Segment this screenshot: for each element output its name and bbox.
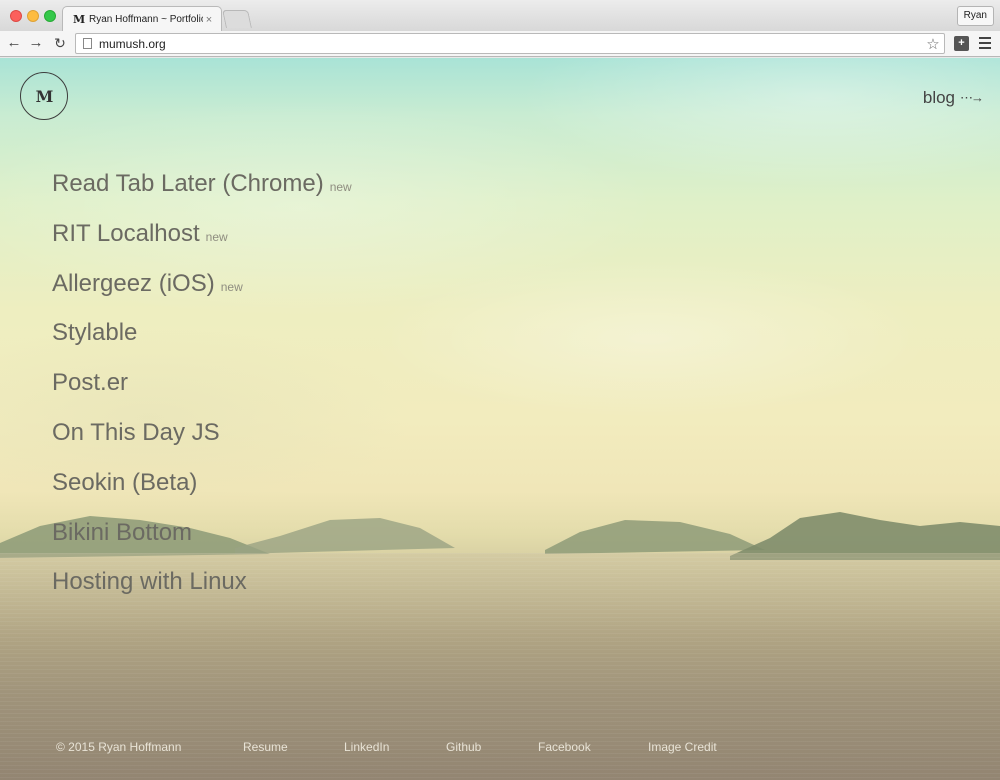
project-link[interactable]: Post.er bbox=[52, 369, 352, 419]
project-name: Stylable bbox=[52, 319, 138, 347]
blog-link-label: blog bbox=[922, 88, 955, 107]
project-name: Post.er bbox=[52, 369, 129, 397]
url-text[interactable]: mumush.org bbox=[99, 37, 922, 51]
project-list: Read Tab Later (Chrome) new RIT Localhos… bbox=[52, 170, 352, 618]
window-minimize-button[interactable] bbox=[27, 10, 39, 22]
project-link[interactable]: Bikini Bottom bbox=[52, 519, 352, 569]
bookmark-star-icon[interactable]: ☆ bbox=[922, 35, 944, 53]
page-viewport: M blog ⋯→ Read Tab Later (Chrome) new RI… bbox=[0, 58, 1000, 780]
blog-link[interactable]: blog ⋯→ bbox=[922, 88, 984, 108]
window-maximize-button[interactable] bbox=[44, 10, 56, 22]
new-badge: new bbox=[205, 229, 228, 244]
tab-close-icon[interactable]: × bbox=[203, 14, 215, 26]
footer-link-facebook[interactable]: Facebook bbox=[538, 740, 591, 754]
project-link[interactable]: Read Tab Later (Chrome) new bbox=[52, 170, 352, 220]
browser-titlebar: M Ryan Hoffmann ~ Portfolio × Ryan bbox=[0, 0, 1000, 32]
project-link[interactable]: Stylable bbox=[52, 319, 352, 369]
window-close-button[interactable] bbox=[10, 10, 22, 22]
project-link[interactable]: Hosting with Linux bbox=[52, 568, 352, 618]
extension-icon[interactable]: + bbox=[954, 36, 969, 51]
project-name: Seokin (Beta) bbox=[52, 468, 198, 496]
forward-arrow-icon[interactable]: → bbox=[27, 34, 45, 52]
new-tab-button[interactable] bbox=[222, 10, 252, 28]
footer-link-image-credit[interactable]: Image Credit bbox=[648, 740, 717, 754]
profile-button[interactable]: Ryan bbox=[956, 6, 994, 26]
project-link[interactable]: On This Day JS bbox=[52, 419, 352, 469]
project-name: RIT Localhost bbox=[52, 219, 200, 247]
reload-icon[interactable]: ↻ bbox=[51, 34, 69, 52]
project-name: Read Tab Later (Chrome) bbox=[52, 170, 324, 197]
project-name: On This Day JS bbox=[52, 418, 220, 446]
project-link[interactable]: RIT Localhost new bbox=[52, 220, 352, 270]
project-name: Hosting with Linux bbox=[52, 568, 247, 596]
project-link[interactable]: Allergeez (iOS) new bbox=[52, 270, 352, 320]
new-badge: new bbox=[329, 180, 352, 194]
project-name: Bikini Bottom bbox=[52, 518, 193, 546]
project-link[interactable]: Seokin (Beta) bbox=[52, 469, 352, 519]
address-bar[interactable]: mumush.org ☆ bbox=[75, 33, 945, 54]
hamburger-menu-icon[interactable] bbox=[979, 37, 991, 49]
arrow-right-icon: ⋯→ bbox=[960, 90, 984, 105]
back-arrow-icon[interactable]: ← bbox=[5, 34, 23, 52]
new-badge: new bbox=[220, 279, 243, 294]
page-icon bbox=[83, 38, 92, 49]
tab-title: Ryan Hoffmann ~ Portfolio bbox=[89, 14, 203, 25]
footer-link-resume[interactable]: Resume bbox=[243, 740, 288, 754]
tab-favicon-icon: M bbox=[73, 13, 85, 26]
site-logo[interactable]: M bbox=[20, 72, 68, 120]
footer-link-linkedin[interactable]: LinkedIn bbox=[344, 740, 389, 754]
project-name: Allergeez (iOS) bbox=[52, 269, 215, 297]
footer-copyright: © 2015 Ryan Hoffmann bbox=[56, 740, 182, 754]
browser-toolbar: ← → ↻ mumush.org ☆ + bbox=[0, 31, 1000, 57]
browser-tab-active[interactable]: M Ryan Hoffmann ~ Portfolio × bbox=[62, 6, 222, 32]
footer-link-github[interactable]: Github bbox=[446, 740, 481, 754]
